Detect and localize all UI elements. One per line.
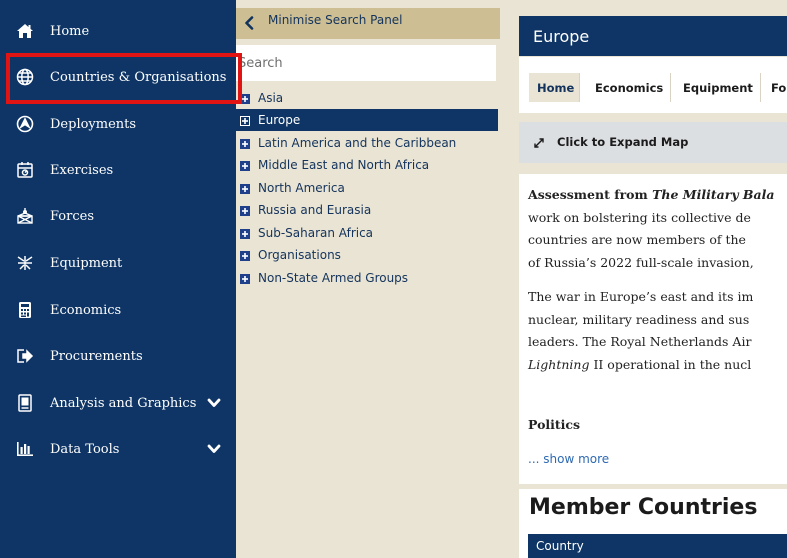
sidebar-item-label: Exercises (50, 162, 114, 178)
minimise-label: Minimise Search Panel (268, 13, 403, 27)
sidebar-item-procurements[interactable]: Procurements (0, 336, 236, 376)
expand-plus-icon[interactable] (240, 115, 250, 126)
exercise-icon (15, 160, 35, 180)
tree-item-middle-east[interactable]: Middle East and North Africa (236, 154, 498, 176)
assessment-line: Lightning II operational in the nucl (528, 354, 751, 376)
search-input[interactable] (236, 45, 496, 81)
deployment-icon (15, 114, 35, 134)
sidebar-item-label: Countries & Organisations (50, 69, 227, 85)
expand-plus-icon[interactable] (240, 138, 250, 149)
main-sidebar: Home Countries & Organisations Deploymen… (0, 0, 236, 558)
assessment-line: nuclear, military readiness and sus (528, 312, 750, 327)
assessment-line: countries are now members of the (528, 232, 746, 247)
globe-icon (15, 67, 35, 87)
tab-home[interactable]: Home (529, 73, 580, 102)
assessment-panel: Assessment from The Military Bala work o… (519, 174, 787, 484)
tab-economics[interactable]: Economics (587, 73, 671, 102)
analysis-icon (15, 393, 35, 413)
sidebar-item-label: Economics (50, 302, 122, 318)
tree-item-north-america[interactable]: North America (236, 177, 498, 199)
forces-icon (15, 206, 35, 226)
sidebar-item-label: Procurements (50, 348, 143, 364)
sidebar-item-label: Home (50, 23, 90, 39)
tab-forces[interactable]: Fo (763, 73, 787, 102)
calculator-icon (15, 300, 35, 320)
assessment-heading: Assessment from The Military Bala (528, 184, 774, 206)
expand-plus-icon[interactable] (240, 93, 250, 104)
expand-plus-icon[interactable] (240, 250, 250, 261)
assessment-italic-word: Lightning (528, 357, 590, 372)
expand-plus-icon[interactable] (240, 160, 250, 171)
search-panel: Minimise Search Panel Asia Europe Latin … (236, 0, 500, 558)
expand-plus-icon[interactable] (240, 273, 250, 284)
sidebar-item-countries-organisations[interactable]: Countries & Organisations (0, 57, 236, 97)
show-more-link[interactable]: ... show more (528, 452, 609, 466)
sidebar-item-home[interactable]: Home (0, 11, 236, 51)
tree-item-label: Organisations (258, 248, 341, 262)
tree-item-latin-america[interactable]: Latin America and the Caribbean (236, 132, 498, 154)
expand-map-label: Click to Expand Map (557, 135, 689, 149)
assessment-line: leaders. The Royal Netherlands Air (528, 334, 752, 349)
assessment-heading-title: The Military Bala (652, 187, 775, 202)
home-icon (15, 21, 35, 41)
chevron-down-icon[interactable] (207, 442, 221, 456)
page-title: Europe (519, 16, 787, 56)
tree-item-asia[interactable]: Asia (236, 87, 498, 109)
tab-equipment[interactable]: Equipment (675, 73, 761, 102)
tree-item-organisations[interactable]: Organisations (236, 244, 498, 266)
expand-plus-icon[interactable] (240, 205, 250, 216)
tree-item-label: Sub-Saharan Africa (258, 226, 374, 240)
sidebar-item-label: Data Tools (50, 441, 120, 457)
assessment-line-rest: II operational in the nucl (589, 357, 752, 372)
tab-bar: Home Economics Equipment Fo (519, 57, 787, 113)
sidebar-item-label: Equipment (50, 255, 123, 271)
bar-chart-icon (15, 439, 35, 459)
sidebar-item-analysis-graphics[interactable]: Analysis and Graphics (0, 383, 236, 423)
sidebar-item-forces[interactable]: Forces (0, 196, 236, 236)
expand-plus-icon[interactable] (240, 228, 250, 239)
tree-item-label: Europe (258, 113, 301, 127)
assessment-heading-prefix: Assessment from (528, 187, 653, 202)
country-column-header[interactable]: Country (528, 534, 787, 558)
assessment-line: work on bolstering its collective de (528, 210, 751, 225)
expand-plus-icon[interactable] (240, 183, 250, 194)
chevron-left-icon (243, 16, 255, 33)
politics-heading: Politics (528, 417, 581, 432)
minimise-search-panel-button[interactable]: Minimise Search Panel (236, 8, 500, 39)
equipment-icon (15, 253, 35, 273)
tree-item-label: Middle East and North Africa (258, 158, 430, 172)
sidebar-item-exercises[interactable]: Exercises (0, 150, 236, 190)
sidebar-item-deployments[interactable]: Deployments (0, 104, 236, 144)
tree-item-europe[interactable]: Europe (236, 109, 498, 131)
tree-item-label: North America (258, 181, 345, 195)
expand-arrows-icon (533, 137, 545, 152)
expand-map-button[interactable]: Click to Expand Map (519, 122, 787, 163)
sidebar-item-label: Forces (50, 208, 94, 224)
sidebar-item-equipment[interactable]: Equipment (0, 243, 236, 283)
assessment-line: The war in Europe’s east and its im (528, 289, 754, 304)
tree-item-russia-eurasia[interactable]: Russia and Eurasia (236, 199, 498, 221)
sidebar-item-data-tools[interactable]: Data Tools (0, 429, 236, 469)
procurement-icon (15, 346, 35, 366)
tree-item-label: Asia (258, 91, 284, 105)
assessment-line: of Russia’s 2022 full-scale invasion, (528, 255, 754, 270)
tree-item-sub-saharan-africa[interactable]: Sub-Saharan Africa (236, 222, 498, 244)
tree-item-label: Non-State Armed Groups (258, 271, 409, 285)
tree-item-label: Latin America and the Caribbean (258, 136, 457, 150)
tree-item-non-state-armed-groups[interactable]: Non-State Armed Groups (236, 267, 498, 289)
tree-item-label: Russia and Eurasia (258, 203, 372, 217)
sidebar-item-label: Deployments (50, 116, 137, 132)
member-countries-title: Member Countries (529, 495, 758, 520)
sidebar-item-economics[interactable]: Economics (0, 290, 236, 330)
chevron-down-icon[interactable] (207, 396, 221, 410)
sidebar-item-label: Analysis and Graphics (50, 395, 197, 411)
member-countries-panel: Member Countries Country (519, 489, 787, 558)
